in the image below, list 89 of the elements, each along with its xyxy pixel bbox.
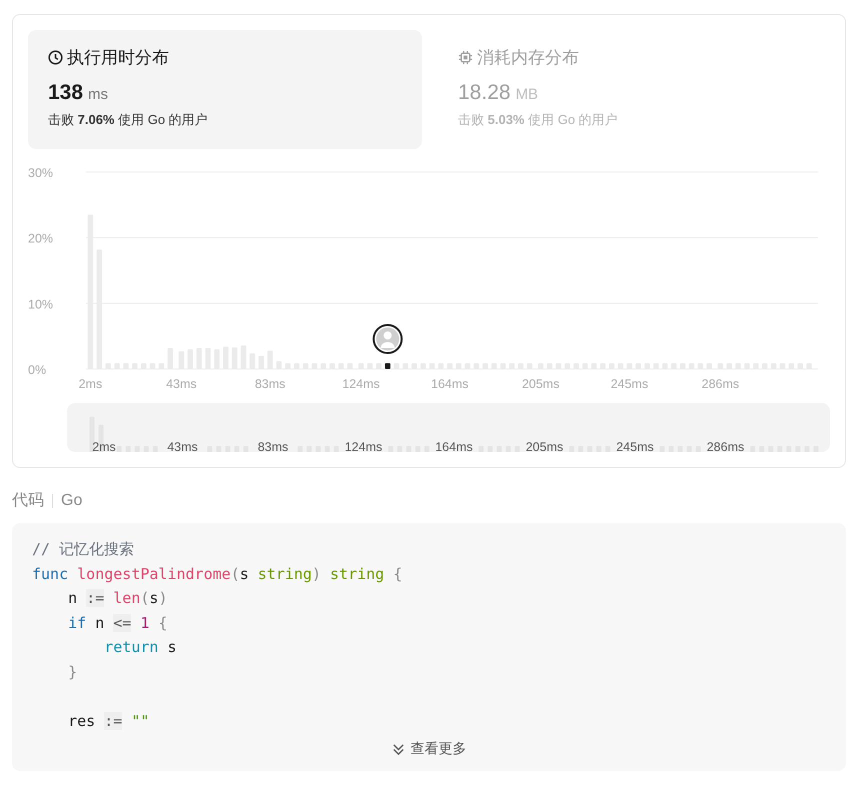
bar — [415, 446, 420, 452]
bar — [777, 446, 782, 452]
bar — [668, 446, 674, 452]
bar — [660, 446, 665, 452]
bar — [144, 446, 149, 452]
axis-label: 245ms — [610, 377, 648, 389]
axis-label: 286ms — [706, 440, 744, 452]
bar — [306, 446, 312, 452]
axis-label: 83ms — [254, 377, 286, 389]
bar — [795, 446, 800, 452]
axis-label: 124ms — [344, 440, 382, 452]
bar — [678, 446, 683, 452]
chip-icon — [458, 50, 473, 65]
bar — [152, 446, 158, 452]
axis-label: 83ms — [258, 440, 288, 452]
your-bar — [384, 363, 390, 369]
bar — [496, 446, 502, 452]
axis-label: 286ms — [702, 377, 740, 389]
bar — [804, 446, 810, 452]
bar — [216, 446, 222, 452]
stat-unit: MB — [516, 86, 538, 103]
language-label: Go — [61, 492, 82, 510]
user-avatar-icon — [372, 324, 403, 354]
section-title: 代码 — [12, 491, 44, 511]
bar — [90, 416, 94, 452]
bar — [397, 446, 402, 452]
bar — [605, 446, 610, 452]
axis-label: 10% — [28, 297, 54, 312]
bar — [126, 446, 131, 452]
axis-label: 124ms — [342, 377, 380, 389]
bar — [478, 446, 484, 452]
axis-label: 0% — [28, 363, 46, 377]
bar — [316, 446, 321, 452]
bar — [768, 446, 774, 452]
range-navigator[interactable]: 2ms 43ms 83ms 124ms 164ms 205ms 245ms 286ms — [67, 403, 830, 452]
axis-label: 43ms — [167, 440, 198, 452]
axis-label: 205ms — [522, 377, 560, 389]
axis-label: 245ms — [616, 440, 654, 452]
bar — [298, 446, 303, 452]
bar — [207, 446, 212, 452]
code-line: res := "" — [67, 710, 150, 732]
bar — [786, 446, 792, 452]
bar — [234, 446, 240, 452]
tab-title: 消耗内存分布 — [477, 47, 579, 69]
bar — [134, 446, 140, 452]
stat-value: 138 — [48, 81, 84, 105]
bar — [514, 446, 520, 452]
chevron-down-icon — [392, 742, 404, 756]
bar — [686, 446, 692, 452]
bar — [488, 446, 493, 452]
axis-label: 20% — [28, 232, 54, 246]
axis-label: 2ms — [78, 377, 102, 389]
code-line: // 记忆化搜索 — [32, 539, 136, 560]
stat-unit: ms — [88, 86, 108, 103]
bar — [116, 446, 122, 452]
show-more-button[interactable]: 查看更多 — [386, 739, 472, 759]
axis-label: 164ms — [435, 440, 473, 452]
bar — [587, 446, 592, 452]
bar — [506, 446, 511, 452]
bar — [406, 446, 412, 452]
bar — [225, 446, 230, 452]
axis-label: 2ms — [92, 440, 116, 452]
bar — [388, 446, 394, 452]
bar — [243, 446, 248, 452]
bar — [814, 446, 818, 452]
beats-text: 击败 7.06% 使用 Go 的用户 — [48, 111, 209, 129]
bar — [334, 446, 339, 452]
bar — [759, 446, 764, 452]
axis-label: 43ms — [166, 377, 197, 389]
bar — [696, 446, 701, 452]
bar — [750, 446, 756, 452]
axis-label: 30% — [28, 166, 54, 180]
stat-value: 18.28 — [458, 81, 511, 105]
bar — [596, 446, 602, 452]
bar — [569, 446, 574, 452]
code-line: if n <= 1 { — [67, 612, 168, 634]
code-line: n := len(s) — [67, 588, 168, 609]
axis-label: 205ms — [526, 440, 564, 452]
bar — [424, 446, 430, 452]
tab-title: 执行用时分布 — [67, 47, 169, 69]
code-line: return s — [103, 637, 178, 658]
beats-text: 击败 5.03% 使用 Go 的用户 — [458, 111, 619, 129]
axis-label: 164ms — [431, 377, 469, 389]
clock-icon — [48, 50, 63, 65]
code-line: func longestPalindrome(s string) string { — [32, 564, 404, 584]
bar — [578, 446, 584, 452]
code-line: } — [67, 662, 78, 682]
stats-tab[interactable]: 执行用时分布 138 ms 击败 7.06% 使用 Go 的用户 — [28, 30, 422, 149]
bar — [324, 446, 330, 452]
